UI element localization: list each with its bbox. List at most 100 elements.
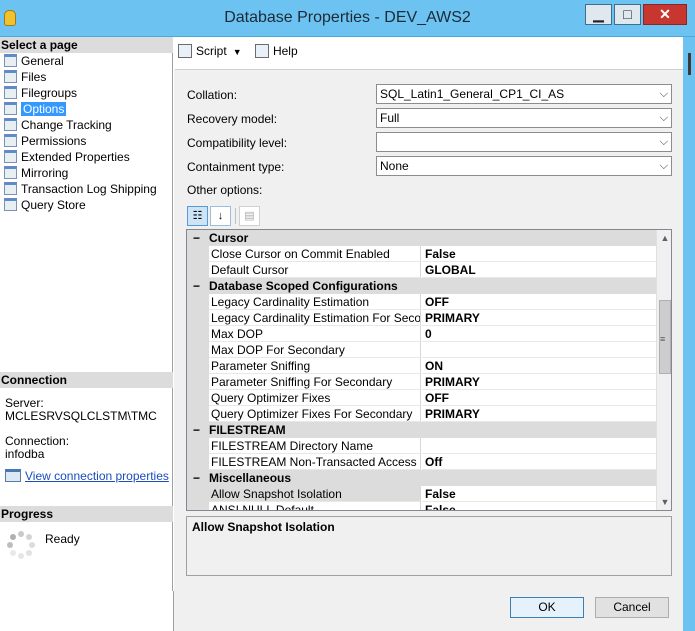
grid-property-value[interactable]: PRIMARY [422, 310, 656, 326]
page-icon [4, 70, 17, 83]
grid-property-value[interactable]: OFF [422, 294, 656, 310]
close-button[interactable]: ✕ [643, 4, 687, 25]
grid-property-row[interactable]: Query Optimizer Fixes OFF [187, 390, 656, 406]
page-item-label: Change Tracking [21, 118, 112, 132]
page-item-general[interactable]: General [4, 53, 64, 69]
grid-property-row[interactable]: Max DOP 0 [187, 326, 656, 342]
grid-row-gutter [187, 342, 209, 358]
server-label: Server: [5, 396, 44, 410]
containment-type-label: Containment type: [187, 160, 285, 174]
grid-property-value[interactable]: Off [422, 454, 656, 470]
grid-category[interactable]: − Database Scoped Configurations [187, 278, 656, 294]
grid-property-value[interactable]: False [422, 246, 656, 262]
grid-property-value[interactable] [422, 342, 656, 358]
toolbar: Script ▼ Help [178, 42, 308, 60]
grid-property-row[interactable]: Parameter Sniffing ON [187, 358, 656, 374]
grid-category[interactable]: − Cursor [187, 230, 656, 246]
help-icon [254, 44, 269, 58]
grid-property-row[interactable]: FILESTREAM Directory Name [187, 438, 656, 454]
script-button[interactable]: Script ▼ [178, 42, 242, 61]
page-item-options[interactable]: Options [4, 101, 67, 117]
collation-combo[interactable]: SQL_Latin1_General_CP1_CI_AS ⌵ [376, 84, 672, 104]
compatibility-level-combo[interactable]: ⌵ [376, 132, 672, 152]
page-icon [4, 150, 17, 163]
grid-category-label: Miscellaneous [209, 471, 292, 485]
grid-property-name: Max DOP For Secondary [187, 342, 421, 358]
collapse-icon[interactable]: − [193, 470, 200, 486]
page-item-extended-properties[interactable]: Extended Properties [4, 149, 130, 165]
grid-category-label: FILESTREAM [209, 423, 286, 437]
dropdown-arrow-icon[interactable]: ▼ [233, 43, 242, 61]
scroll-up-icon[interactable]: ▲ [657, 230, 671, 246]
grid-property-value[interactable]: False [422, 502, 656, 510]
page-icon [4, 102, 17, 115]
page-item-permissions[interactable]: Permissions [4, 133, 86, 149]
containment-type-combo[interactable]: None ⌵ [376, 156, 672, 176]
grid-row-gutter [187, 246, 209, 262]
grid-property-row[interactable]: ANSI NULL Default False [187, 502, 656, 510]
compatibility-level-label: Compatibility level: [187, 136, 288, 150]
grid-property-value[interactable]: False [422, 486, 656, 502]
grid-property-value[interactable]: ON [422, 358, 656, 374]
page-item-transaction-log-shipping[interactable]: Transaction Log Shipping [4, 181, 157, 197]
grid-property-row[interactable]: Legacy Cardinality Estimation OFF [187, 294, 656, 310]
grid-property-row[interactable]: FILESTREAM Non-Transacted Access Off [187, 454, 656, 470]
scroll-down-icon[interactable]: ▼ [657, 494, 671, 510]
grid-property-name: Query Optimizer Fixes [187, 390, 421, 406]
grid-property-name: Query Optimizer Fixes For Secondary [187, 406, 421, 422]
recovery-model-combo[interactable]: Full ⌵ [376, 108, 672, 128]
grid-category[interactable]: − Miscellaneous [187, 470, 656, 486]
collapse-icon[interactable]: − [193, 422, 200, 438]
grid-toolbar: ☷ ↓ ▤ [187, 206, 267, 226]
page-item-filegroups[interactable]: Filegroups [4, 85, 77, 101]
grid-property-row[interactable]: Allow Snapshot Isolation False [187, 486, 656, 502]
grid-property-value[interactable]: OFF [422, 390, 656, 406]
grid-property-row[interactable]: Close Cursor on Commit Enabled False [187, 246, 656, 262]
maximize-button[interactable]: □ [614, 4, 641, 25]
page-icon [4, 166, 17, 179]
grid-property-row[interactable]: Default Cursor GLOBAL [187, 262, 656, 278]
connection-header: Connection [0, 372, 173, 388]
page-item-change-tracking[interactable]: Change Tracking [4, 117, 112, 133]
connection-value: infodba [5, 447, 45, 461]
cancel-button[interactable]: Cancel [595, 597, 669, 618]
connection-label: Connection: [5, 434, 70, 448]
collation-value: SQL_Latin1_General_CP1_CI_AS [380, 87, 565, 101]
page-item-files[interactable]: Files [4, 69, 46, 85]
grid-property-value[interactable]: 0 [422, 326, 656, 342]
grid-property-row[interactable]: Legacy Cardinality Estimation For Second… [187, 310, 656, 326]
page-icon [4, 54, 17, 67]
grid-property-name: Parameter Sniffing For Secondary [187, 374, 421, 390]
grid-property-value[interactable]: GLOBAL [422, 262, 656, 278]
grid-property-row[interactable]: Max DOP For Secondary [187, 342, 656, 358]
containment-type-value: None [380, 159, 409, 173]
grid-property-value[interactable] [422, 438, 656, 454]
grid-property-row[interactable]: Parameter Sniffing For Secondary PRIMARY [187, 374, 656, 390]
page-item-label: Mirroring [21, 166, 69, 180]
script-label: Script [196, 44, 227, 58]
progress-status: Ready [45, 532, 80, 546]
collapse-icon[interactable]: − [193, 278, 200, 294]
grid-row-gutter [187, 358, 209, 374]
alphabetical-sort-icon[interactable]: ↓ [210, 206, 231, 226]
page-item-query-store[interactable]: Query Store [4, 197, 86, 213]
minimize-button[interactable]: ▁ [585, 4, 612, 25]
grid-category[interactable]: − FILESTREAM [187, 422, 656, 438]
categorized-view-button[interactable]: ☷ [187, 206, 208, 226]
view-connection-properties-label[interactable]: View connection properties [25, 469, 169, 483]
grid-property-row[interactable]: Query Optimizer Fixes For Secondary PRIMA… [187, 406, 656, 422]
page-item-label: Query Store [21, 198, 86, 212]
grid-property-name: FILESTREAM Directory Name [187, 438, 421, 454]
view-connection-properties-link[interactable]: View connection properties [5, 469, 169, 483]
grid-property-value[interactable]: PRIMARY [422, 406, 656, 422]
ok-button[interactable]: OK [510, 597, 584, 618]
property-pages-icon[interactable]: ▤ [239, 206, 260, 226]
grid-property-value[interactable]: PRIMARY [422, 374, 656, 390]
grid-property-name: ANSI NULL Default [187, 502, 421, 510]
page-item-label: Filegroups [21, 86, 78, 100]
collapse-icon[interactable]: − [193, 230, 200, 246]
grid-property-name: Max DOP [187, 326, 421, 342]
grid-scrollbar[interactable]: ▲ ≡ ▼ [656, 230, 671, 510]
page-item-mirroring[interactable]: Mirroring [4, 165, 68, 181]
help-button[interactable]: Help [254, 42, 298, 60]
